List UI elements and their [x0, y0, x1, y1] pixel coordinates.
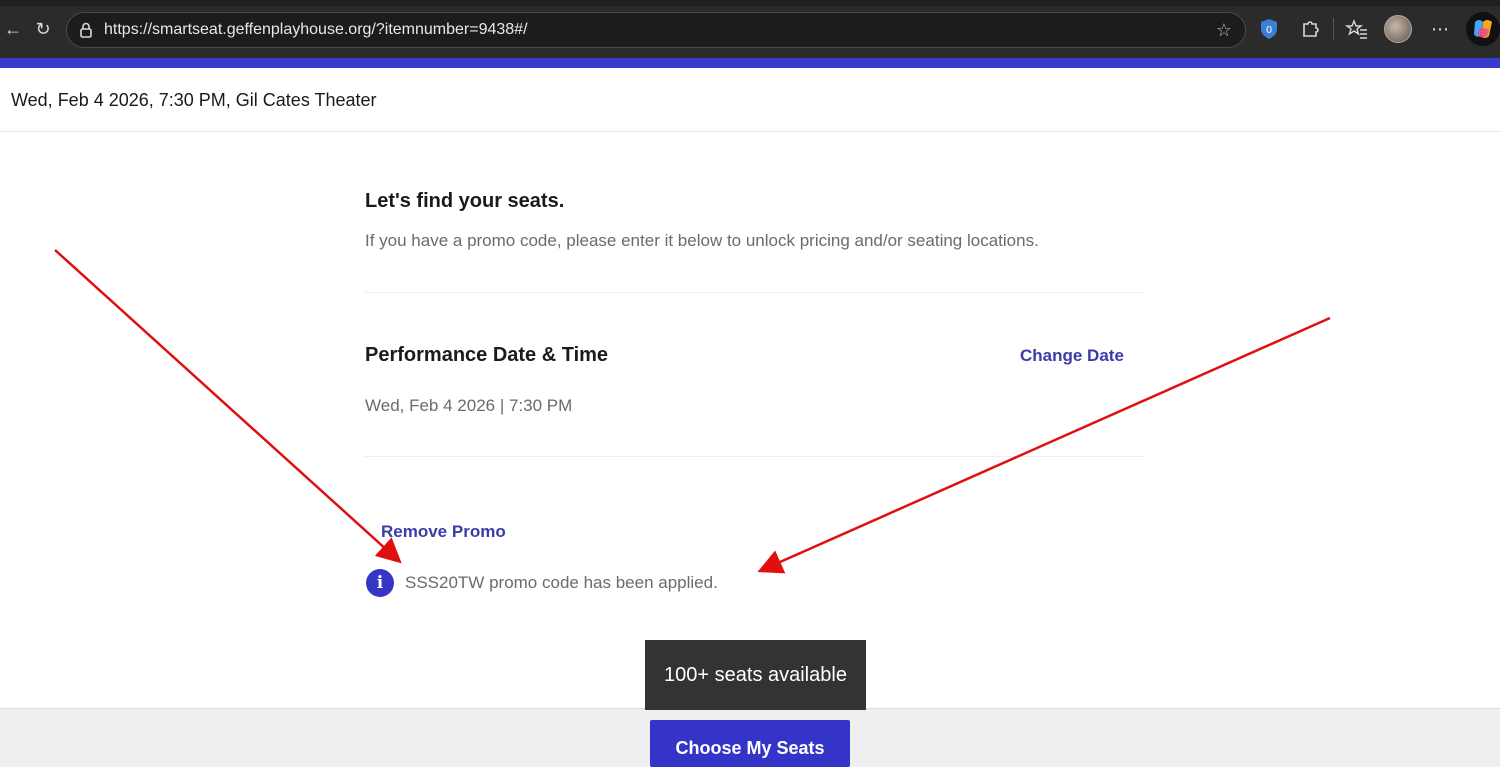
- event-header: Wed, Feb 4 2026, 7:30 PM, Gil Cates Thea…: [0, 68, 1500, 132]
- divider: [365, 456, 1145, 457]
- svg-text:0: 0: [1266, 25, 1272, 36]
- seats-available-tooltip: 100+ seats available: [645, 640, 866, 710]
- performance-title: Performance Date & Time: [365, 344, 609, 366]
- performance-value: Wed, Feb 4 2026 | 7:30 PM: [365, 396, 573, 415]
- remove-promo-link[interactable]: Remove Promo: [381, 522, 506, 542]
- accent-bar: [0, 58, 1500, 68]
- annotation-arrow: [54, 249, 402, 564]
- arrow-left-icon[interactable]: ←: [0, 16, 26, 42]
- change-date-link[interactable]: Change Date: [1020, 346, 1124, 366]
- reload-icon[interactable]: ↻: [30, 16, 56, 42]
- toolbar-divider: [1333, 18, 1334, 40]
- choose-seats-button[interactable]: Choose My Seats: [650, 720, 850, 767]
- lock-icon[interactable]: [77, 21, 95, 39]
- more-horizontal-icon[interactable]: ⋯: [1426, 15, 1454, 43]
- app-root: ← ↻ https://smartseat.geffenplayhouse.or…: [0, 0, 1500, 767]
- puzzle-icon[interactable]: [1296, 15, 1324, 43]
- info-icon: i: [366, 569, 394, 597]
- star-icon[interactable]: ☆: [1213, 19, 1235, 41]
- shield-extension-icon[interactable]: 0: [1255, 15, 1283, 43]
- address-bar[interactable]: https://smartseat.geffenplayhouse.org/?i…: [66, 12, 1246, 48]
- page-title: Let's find your seats.: [365, 190, 565, 212]
- copilot-icon[interactable]: [1466, 12, 1500, 46]
- divider: [365, 292, 1145, 293]
- browser-toolbar: ← ↻ https://smartseat.geffenplayhouse.or…: [0, 0, 1500, 58]
- event-info: Wed, Feb 4 2026, 7:30 PM, Gil Cates Thea…: [11, 90, 377, 110]
- tab-strip: [0, 0, 1500, 6]
- page-subtitle: If you have a promo code, please enter i…: [365, 231, 1039, 250]
- promo-applied-message: SSS20TW promo code has been applied.: [405, 573, 718, 592]
- favorites-icon[interactable]: [1343, 15, 1371, 43]
- avatar[interactable]: [1384, 15, 1412, 43]
- url-text[interactable]: https://smartseat.geffenplayhouse.org/?i…: [104, 21, 528, 39]
